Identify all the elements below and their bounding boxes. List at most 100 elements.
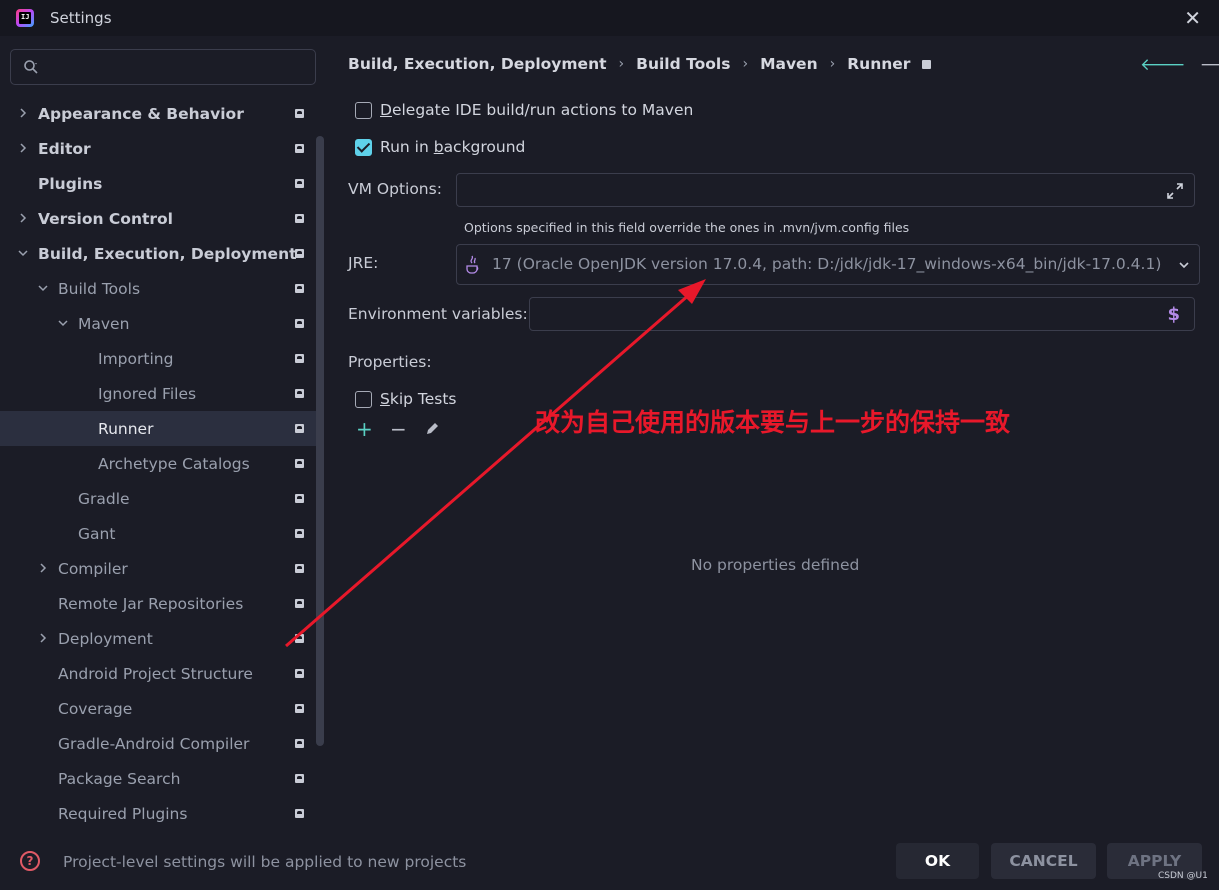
add-property-icon[interactable]: + [356, 419, 373, 439]
project-scope-icon [295, 774, 304, 783]
delegate-checkbox[interactable] [355, 101, 372, 119]
sidebar-item[interactable]: Runner [0, 411, 320, 446]
sidebar-item-label: Gradle-Android Compiler [58, 734, 250, 753]
sidebar-scrollbar[interactable] [316, 136, 324, 746]
skip-tests-checkbox[interactable] [355, 390, 372, 408]
sidebar-item[interactable]: Deployment [0, 621, 320, 656]
footer-note: Project-level settings will be applied t… [63, 853, 467, 871]
sidebar-item-label: Editor [38, 139, 91, 158]
environment-variables-field[interactable]: $ [529, 297, 1195, 331]
sidebar-item[interactable]: Version Control [0, 201, 320, 236]
chevron-down-icon[interactable] [37, 282, 49, 294]
sidebar-item-label: Remote Jar Repositories [58, 594, 244, 613]
chevron-down-icon[interactable] [1177, 258, 1191, 272]
sidebar-item[interactable]: Package Search [0, 761, 320, 796]
sidebar-item[interactable]: Compiler [0, 551, 320, 586]
expand-icon[interactable] [1166, 182, 1184, 200]
sidebar-item[interactable]: Gant [0, 516, 320, 551]
delegate-label: Delegate IDE build/run actions to Maven [380, 101, 694, 119]
properties-toolbar: + − [356, 419, 440, 439]
environment-variables-label: Environment variables: [348, 305, 528, 323]
chevron-right-icon[interactable] [17, 212, 29, 224]
breadcrumb-item[interactable]: Runner [847, 55, 910, 73]
back-arrow-icon[interactable]: 🡐 [1140, 55, 1186, 75]
sidebar-item[interactable]: Build, Execution, Deployment [0, 236, 320, 271]
chevron-right-icon[interactable] [37, 562, 49, 574]
breadcrumb-item[interactable]: Build, Execution, Deployment [348, 55, 607, 73]
sidebar-item[interactable]: Appearance & Behavior [0, 96, 320, 131]
run-in-background-row[interactable]: Run in background [355, 138, 525, 156]
project-scope-icon [295, 564, 304, 573]
edit-pencil-icon[interactable] [424, 420, 440, 438]
sidebar-item[interactable]: Android Project Structure [0, 656, 320, 691]
sidebar-item-label: Plugins [38, 174, 103, 193]
vm-options-field[interactable] [456, 173, 1195, 207]
annotation-text: 改为自己使用的版本要与上一步的保持一致 [535, 408, 1011, 437]
cancel-button[interactable]: CANCEL [991, 843, 1096, 879]
project-scope-icon [295, 599, 304, 608]
skip-tests-label: Skip Tests [380, 390, 457, 408]
sidebar-item[interactable]: Build Tools [0, 271, 320, 306]
project-scope-icon [295, 319, 304, 328]
sidebar-item-label: Version Control [38, 209, 173, 228]
dollar-icon[interactable]: $ [1167, 304, 1180, 325]
sidebar-item[interactable]: Editor [0, 131, 320, 166]
sidebar-item-label: Gant [78, 524, 116, 543]
breadcrumb-separator: › [742, 56, 749, 72]
project-scope-icon [295, 704, 304, 713]
sidebar-item-label: Runner [98, 419, 154, 438]
sidebar-item[interactable]: Remote Jar Repositories [0, 586, 320, 621]
project-scope-icon [295, 739, 304, 748]
sidebar-item[interactable]: Archetype Catalogs [0, 446, 320, 481]
jre-select[interactable]: 17 (Oracle OpenJDK version 17.0.4, path:… [456, 244, 1200, 285]
project-scope-icon [295, 284, 304, 293]
breadcrumb-item[interactable]: Maven [760, 55, 818, 73]
sidebar-item[interactable]: Plugins [0, 166, 320, 201]
vm-options-label: VM Options: [348, 180, 442, 198]
forward-arrow-icon[interactable]: 🡒 [1200, 55, 1219, 75]
project-scope-icon [295, 249, 304, 258]
java-icon [466, 255, 479, 274]
chevron-down-icon[interactable] [57, 317, 69, 329]
sidebar-item-label: Ignored Files [98, 384, 197, 403]
jre-value: 17 (Oracle OpenJDK version 17.0.4, path:… [492, 255, 1162, 273]
project-scope-icon [295, 179, 304, 188]
project-scope-icon [295, 389, 304, 398]
jre-label: JRE: [348, 254, 379, 272]
chevron-down-icon[interactable] [17, 247, 29, 259]
remove-property-icon[interactable]: − [390, 419, 407, 439]
search-input[interactable] [10, 49, 316, 85]
project-scope-icon [295, 634, 304, 643]
sidebar-item-label: Deployment [58, 629, 153, 648]
sidebar-item-label: Compiler [58, 559, 128, 578]
sidebar-item-label: Maven [78, 314, 130, 333]
sidebar-item-label: Coverage [58, 699, 133, 718]
sidebar-item[interactable]: Ignored Files [0, 376, 320, 411]
run-in-background-checkbox[interactable] [355, 138, 372, 156]
ok-button[interactable]: OK [896, 843, 979, 879]
breadcrumb-item[interactable]: Build Tools [636, 55, 730, 73]
sidebar-item[interactable]: Coverage [0, 691, 320, 726]
chevron-right-icon[interactable] [37, 632, 49, 644]
intellij-logo-icon: IJ [16, 9, 34, 27]
project-scope-icon [295, 214, 304, 223]
history-navigation: 🡐 🡒 [1140, 55, 1219, 75]
search-icon [24, 60, 38, 74]
help-icon[interactable]: ? [20, 851, 40, 871]
project-scope-icon [295, 354, 304, 363]
breadcrumb: Build, Execution, Deployment › Build Tools… [348, 55, 932, 73]
close-icon[interactable]: ✕ [1184, 6, 1201, 30]
chevron-right-icon[interactable] [17, 142, 29, 154]
sidebar-item[interactable]: Gradle-Android Compiler [0, 726, 320, 761]
sidebar-item[interactable]: Importing [0, 341, 320, 376]
sidebar-item[interactable]: Gradle [0, 481, 320, 516]
sidebar-item-label: Appearance & Behavior [38, 104, 244, 123]
sidebar-item-label: Build Tools [58, 279, 141, 298]
project-scope-icon [295, 144, 304, 153]
delegate-checkbox-row[interactable]: Delegate IDE build/run actions to Maven [355, 101, 693, 119]
breadcrumb-separator: › [829, 56, 836, 72]
sidebar-item[interactable]: Required Plugins [0, 796, 320, 831]
skip-tests-row[interactable]: Skip Tests [355, 390, 457, 408]
chevron-right-icon[interactable] [17, 107, 29, 119]
sidebar-item[interactable]: Maven [0, 306, 320, 341]
